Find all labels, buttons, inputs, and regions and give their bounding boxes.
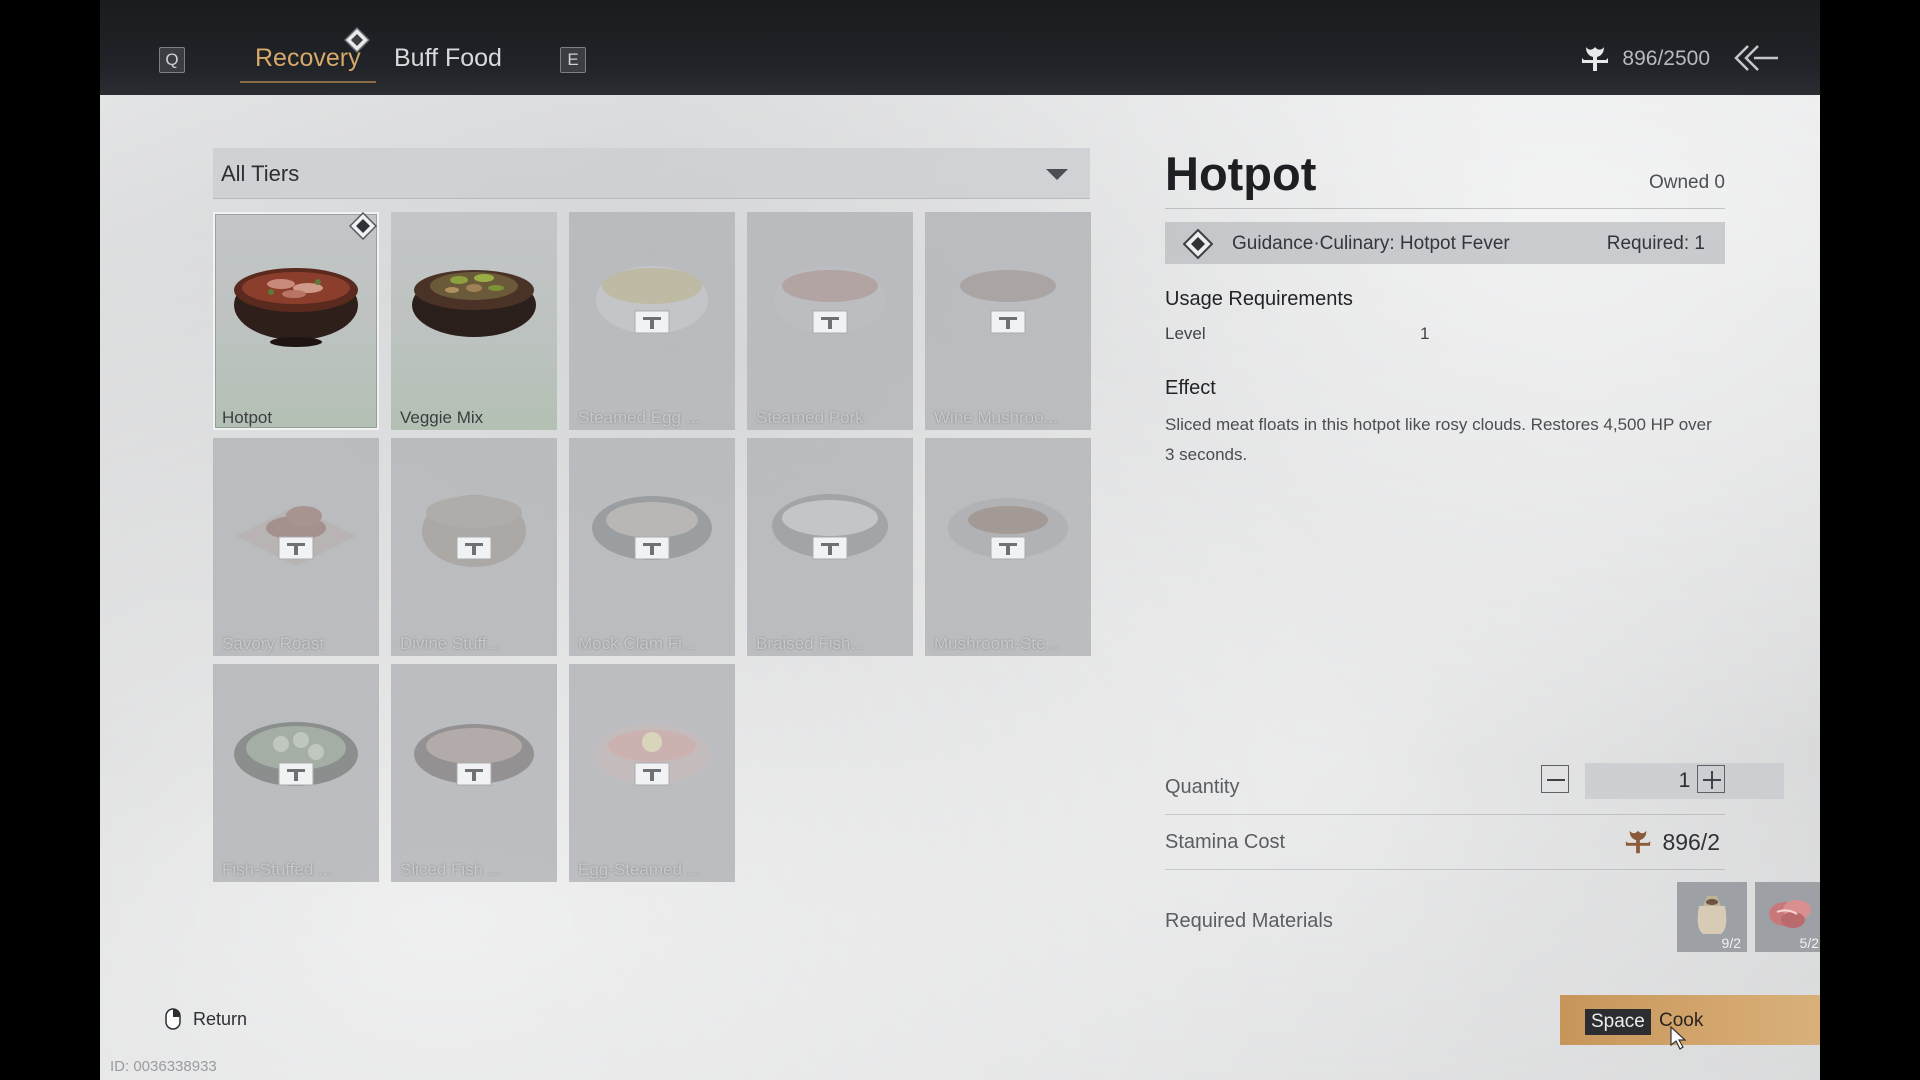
recipe-card-mock-clam[interactable]: Mock Clam Fi... — [569, 438, 735, 656]
stamina-value: 896/2500 — [1622, 47, 1710, 70]
guidance-name: Guidance·Culinary: Hotpot Fever — [1232, 233, 1510, 254]
recipe-card-divine-stuff[interactable]: Divine Stuff... — [391, 438, 557, 656]
required-materials-label: Required Materials — [1165, 910, 1333, 932]
material-slot-meat[interactable]: 5/2 — [1755, 882, 1820, 952]
recipe-card-wine-mushroom[interactable]: Wine Mushroo... — [925, 212, 1091, 430]
guidance-diamond-icon — [349, 212, 377, 240]
recipe-card-name: Hotpot — [222, 408, 273, 427]
lock-icon — [456, 536, 492, 560]
guidance-required: Required: 1 — [1606, 233, 1705, 254]
lock-icon — [812, 310, 848, 334]
lock-icon — [812, 536, 848, 560]
recipe-card-sliced-fish[interactable]: Sliced Fish ... — [391, 664, 557, 882]
material-count: 9/2 — [1721, 935, 1741, 951]
space-key-hint: Space — [1585, 1009, 1651, 1035]
mouse-cursor-icon — [1670, 1025, 1687, 1050]
effect-heading: Effect — [1165, 377, 1216, 399]
level-value: 1 — [1420, 324, 1430, 343]
quantity-label: Quantity — [1165, 776, 1240, 798]
tier-filter-dropdown[interactable]: All Tiers — [213, 148, 1090, 199]
recipe-title: Hotpot — [1165, 147, 1317, 200]
material-slot-grain[interactable]: 9/2 — [1677, 882, 1747, 952]
lock-icon — [634, 536, 670, 560]
quantity-input[interactable] — [1585, 763, 1784, 799]
recipe-card-name: Veggie Mix — [400, 408, 484, 427]
lock-icon — [456, 762, 492, 786]
chevron-down-icon — [1046, 169, 1068, 180]
prev-tab-key-hint[interactable]: Q — [159, 47, 185, 73]
grain-sack-icon — [1697, 896, 1727, 934]
lock-icon — [278, 536, 314, 560]
lock-icon — [990, 536, 1026, 560]
recipe-card-name: Divine Stuff... — [400, 634, 501, 653]
recipe-card-mushroom-stew[interactable]: Mushroom-Ste... — [925, 438, 1091, 656]
mouse-right-click-icon — [165, 1008, 181, 1030]
recipe-card-name: Mock Clam Fi... — [578, 634, 697, 653]
recipe-card-savory-roast[interactable]: Savory Roast — [213, 438, 379, 656]
guidance-diamond-icon — [1183, 229, 1213, 259]
guidance-diamond-icon — [344, 27, 370, 53]
recipe-card-name: Steamed Egg ... — [578, 408, 700, 427]
cook-button[interactable]: Space Cook — [1560, 995, 1820, 1045]
back-arrow-icon[interactable] — [1732, 42, 1780, 74]
hotpot-dish-icon — [234, 268, 358, 347]
effect-description: Sliced meat floats in this hotpot like r… — [1165, 415, 1712, 464]
raw-meat-icon — [1769, 900, 1811, 928]
stamina-cost-value: 896/2 — [1662, 828, 1720, 855]
recipe-card-name: Egg-Steamed ... — [578, 860, 701, 879]
lock-icon — [278, 762, 314, 786]
recipe-card-fish-stuffed[interactable]: Fish-Stuffed ... — [213, 664, 379, 882]
tab-buff-food[interactable]: Buff Food — [394, 44, 502, 73]
recipe-card-steamed-pork[interactable]: Steamed Pork — [747, 212, 913, 430]
recipe-card-name: Mushroom-Ste... — [934, 634, 1060, 653]
recipe-grid: Hotpot Veggie Mix Steamed Egg ... Steame… — [213, 212, 1093, 882]
lock-icon — [990, 310, 1026, 334]
quantity-decrease-button[interactable] — [1541, 765, 1569, 793]
return-button[interactable]: Return — [165, 1008, 247, 1030]
stamina-cost-label: Stamina Cost — [1165, 831, 1286, 853]
return-label: Return — [193, 1008, 248, 1029]
quantity-increase-button[interactable] — [1697, 765, 1725, 793]
divider — [1165, 869, 1725, 870]
next-tab-key-hint[interactable]: E — [560, 47, 586, 73]
level-label: Level — [1165, 324, 1206, 343]
owned-count: Owned 0 — [1648, 172, 1725, 193]
usage-requirements-heading: Usage Requirements — [1165, 288, 1353, 310]
recipe-card-name: Fish-Stuffed ... — [222, 860, 333, 879]
game-window: Q Recovery Buff Food E 896/2500 All Tier… — [100, 0, 1820, 1080]
recipe-card-hotpot[interactable]: Hotpot — [213, 212, 379, 430]
lock-icon — [634, 762, 670, 786]
recipe-detail-panel: Hotpot Owned 0 Guidance·Culinary: Hotpot… — [1165, 140, 1820, 1040]
recipe-card-veggie-mix[interactable]: Veggie Mix — [391, 212, 557, 430]
recipe-card-steamed-egg[interactable]: Steamed Egg ... — [569, 212, 735, 430]
material-count: 5/2 — [1799, 935, 1819, 951]
guidance-requirement[interactable]: Guidance·Culinary: Hotpot Fever Required… — [1165, 222, 1725, 264]
stamina-icon — [1626, 830, 1651, 854]
recipe-card-name: Steamed Pork — [756, 408, 864, 427]
tier-filter-value: All Tiers — [221, 161, 300, 186]
recipe-card-name: Sliced Fish ... — [400, 860, 503, 879]
veggie-mix-dish-icon — [412, 270, 536, 337]
divider — [1165, 208, 1725, 209]
recipe-card-egg-steamed[interactable]: Egg-Steamed ... — [569, 664, 735, 882]
recipe-card-name: Wine Mushroo... — [934, 408, 1058, 427]
divider — [1165, 814, 1725, 815]
stamina-display: 896/2500 — [1578, 44, 1710, 74]
recipe-card-braised-fish[interactable]: Braised Fish... — [747, 438, 913, 656]
lock-icon — [634, 310, 670, 334]
record-id: ID: 0036338933 — [110, 1058, 217, 1075]
stamina-icon — [1582, 47, 1609, 71]
stamina-cost: 896/2 — [1622, 828, 1720, 856]
top-bar: Q Recovery Buff Food E 896/2500 — [100, 0, 1820, 95]
recipe-card-name: Savory Roast — [222, 634, 325, 653]
recipe-card-name: Braised Fish... — [756, 634, 865, 653]
